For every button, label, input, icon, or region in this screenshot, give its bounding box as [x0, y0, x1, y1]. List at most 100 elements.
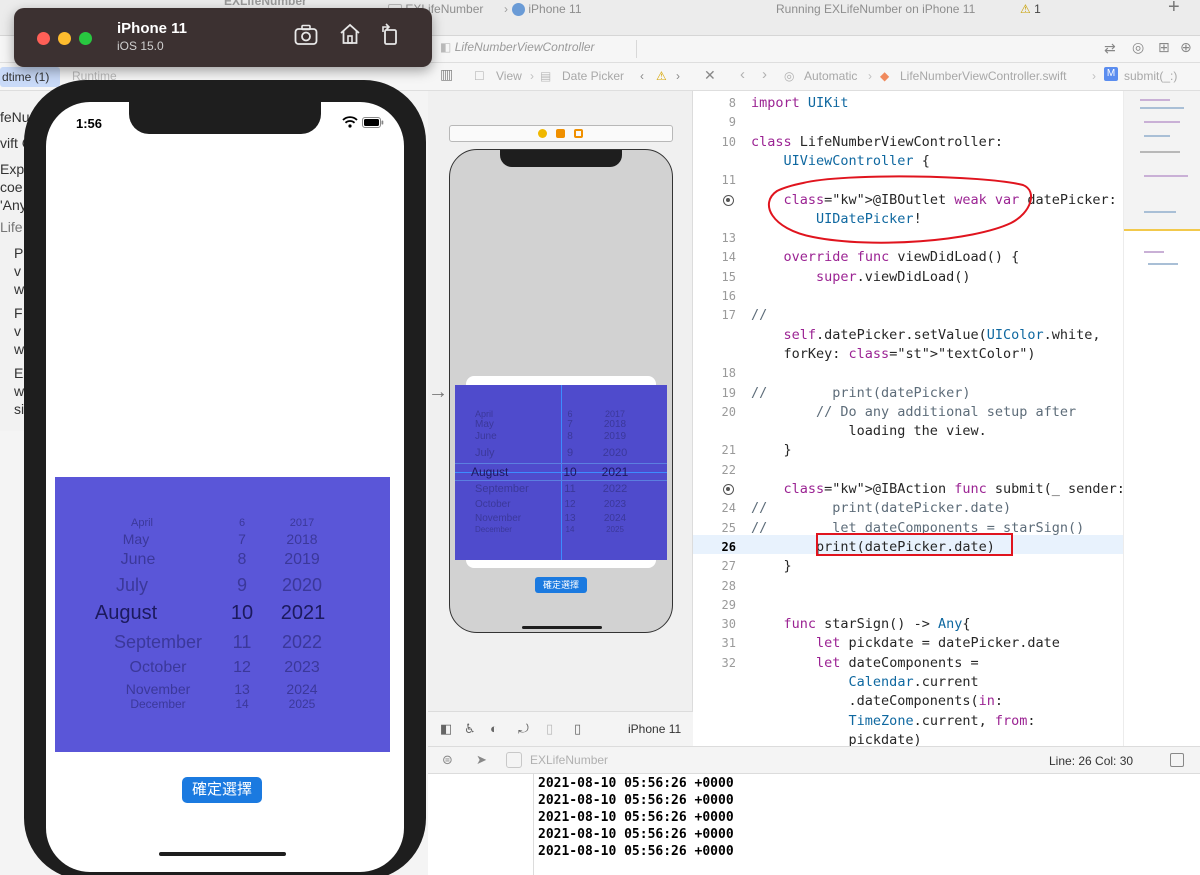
nav-line[interactable]: coe: [0, 179, 23, 195]
code-line[interactable]: 25 // let dateComponents = starSign(): [693, 519, 1123, 538]
nav-line[interactable]: v: [14, 263, 21, 279]
ib-confirm-button[interactable]: 確定選擇: [535, 577, 587, 593]
code-line[interactable]: forKey: class="st">"textColor"): [693, 345, 1123, 364]
code-line[interactable]: UIDatePicker!: [693, 210, 1123, 229]
debug-scheme[interactable]: EXLifeNumber: [530, 753, 608, 767]
hide-panel-icon[interactable]: [1170, 753, 1184, 767]
iphone-screen[interactable]: 1:56 April May June July August Septembe…: [46, 102, 404, 872]
code-line[interactable]: .dateComponents(in:: [693, 692, 1123, 711]
code-line[interactable]: 31 let pickdate = datePicker.date: [693, 634, 1123, 653]
source-editor[interactable]: 8 import UIKit 9 10 class LifeNumberViewCont…: [693, 91, 1123, 746]
code-line[interactable]: 15 super.viewDidLoad(): [693, 268, 1123, 287]
nav-line[interactable]: feNu: [0, 109, 30, 125]
close-icon[interactable]: ✕: [704, 67, 716, 84]
nav-line[interactable]: Life: [0, 219, 23, 235]
ib-crumb-date-picker[interactable]: Date Picker: [562, 69, 624, 83]
code-line[interactable]: 20 // Do any additional setup after: [693, 403, 1123, 422]
appearance-icon[interactable]: ◐: [490, 721, 498, 736]
nav-line[interactable]: P: [14, 245, 23, 261]
code-line[interactable]: 30 func starSign() -> Any{: [693, 615, 1123, 634]
warning-indicator[interactable]: ⚠ 1: [1020, 2, 1041, 16]
interface-builder-canvas[interactable]: → April May June July August September O…: [428, 91, 693, 711]
canvas-toggle-icon[interactable]: ▥: [440, 66, 453, 83]
code-line[interactable]: 29: [693, 596, 1123, 615]
code-line[interactable]: 8 import UIKit: [693, 94, 1123, 113]
console-area[interactable]: 2021-08-10 05:56:26 +0000 2021-08-10 05:…: [428, 774, 1200, 875]
code-line[interactable]: Calendar.current: [693, 673, 1123, 692]
code-line[interactable]: UIViewController {: [693, 152, 1123, 171]
device-icon[interactable]: ▯: [574, 721, 581, 737]
editor-crumb-file[interactable]: LifeNumberViewController.swift: [900, 69, 1067, 83]
simulator-titlebar[interactable]: iPhone 11 iOS 15.0: [14, 8, 432, 67]
code-line[interactable]: 32 let dateComponents =: [693, 654, 1123, 673]
related-items-icon[interactable]: ◎: [784, 69, 794, 83]
screenshot-icon[interactable]: [294, 24, 318, 46]
debug-toggle-icon[interactable]: ⊜: [442, 752, 453, 768]
code-line[interactable]: 13: [693, 229, 1123, 248]
nav-line[interactable]: w: [14, 341, 24, 357]
tab-ib-file[interactable]: ◧ LifeNumberViewController: [440, 40, 595, 54]
add-editor-icon[interactable]: ⊕: [1180, 39, 1192, 56]
nav-line[interactable]: w: [14, 281, 24, 297]
orientation-icon[interactable]: ⤾: [518, 721, 529, 737]
code-line[interactable]: 22: [693, 461, 1123, 480]
ib-date-picker[interactable]: April May June July August September Oct…: [455, 385, 667, 560]
code-line[interactable]: 18: [693, 364, 1123, 383]
code-line[interactable]: class="kw">@IBAction func submit(_ sende…: [693, 480, 1123, 499]
layout-icon[interactable]: ▯: [546, 721, 553, 737]
minimize-window-button[interactable]: [58, 32, 71, 45]
ib-device-label[interactable]: iPhone 11: [628, 722, 681, 736]
first-responder-icon[interactable]: [556, 129, 565, 138]
close-window-button[interactable]: [37, 32, 50, 45]
ib-crumb-view[interactable]: View: [496, 69, 522, 83]
code-line[interactable]: 24 // print(datePicker.date): [693, 499, 1123, 518]
back-icon[interactable]: ‹: [740, 66, 745, 83]
scene-dock[interactable]: [449, 125, 673, 142]
code-line[interactable]: 27 }: [693, 557, 1123, 576]
rotate-icon[interactable]: [380, 23, 400, 45]
outlet-connection-icon[interactable]: [723, 194, 734, 206]
code-line[interactable]: self.datePicker.setValue(UIColor.white,: [693, 326, 1123, 345]
code-line[interactable]: 14 override func viewDidLoad() {: [693, 248, 1123, 267]
code-line[interactable]: TimeZone.current, from:: [693, 712, 1123, 731]
code-line[interactable]: pickdate): [693, 731, 1123, 746]
exit-icon[interactable]: [574, 129, 583, 138]
editor-crumb-automatic[interactable]: Automatic: [804, 69, 857, 83]
minimap-viewport[interactable]: [1124, 91, 1200, 231]
code-line[interactable]: 28: [693, 577, 1123, 596]
home-icon[interactable]: [339, 23, 361, 45]
confirm-button[interactable]: 確定選擇: [182, 777, 262, 803]
code-line[interactable]: 10 class LifeNumberViewController:: [693, 133, 1123, 152]
view-controller-icon[interactable]: [538, 129, 547, 138]
chevron-left-icon[interactable]: ‹: [640, 69, 644, 83]
document-outline-icon[interactable]: ◧: [440, 721, 452, 737]
chevron-right-icon[interactable]: ›: [676, 69, 680, 83]
nav-line[interactable]: si: [14, 401, 24, 417]
accessibility-icon[interactable]: ♿: [464, 721, 476, 737]
location-icon[interactable]: ➤: [476, 752, 487, 768]
home-indicator[interactable]: [159, 852, 286, 856]
editor-crumb-method[interactable]: submit(_:): [1124, 69, 1177, 83]
destination-selector[interactable]: iPhone 11: [512, 2, 582, 17]
review-icon[interactable]: ◎: [1132, 39, 1144, 56]
code-line[interactable]: 9: [693, 113, 1123, 132]
forward-icon[interactable]: ›: [762, 66, 767, 83]
outlet-connection-icon[interactable]: [723, 484, 734, 495]
code-line[interactable]: 19 // print(datePicker): [693, 384, 1123, 403]
nav-line[interactable]: F: [14, 305, 23, 321]
date-picker[interactable]: April May June July August September Oct…: [55, 477, 390, 752]
code-line[interactable]: 26 print(datePicker.date): [693, 538, 1123, 557]
code-line[interactable]: 17 //: [693, 306, 1123, 325]
code-line[interactable]: 16: [693, 287, 1123, 306]
code-line[interactable]: class="kw">@IBOutlet weak var datePicker…: [693, 191, 1123, 210]
nav-line[interactable]: v: [14, 323, 21, 339]
variables-view[interactable]: [428, 774, 534, 875]
nav-line[interactable]: 'Any: [0, 197, 27, 213]
minimap[interactable]: [1123, 91, 1200, 746]
split-editor-icon[interactable]: ⊞: [1158, 39, 1170, 56]
left-tab-1[interactable]: dtime (1): [0, 67, 60, 87]
ib-device-frame[interactable]: April May June July August September Oct…: [449, 149, 673, 633]
zoom-window-button[interactable]: [79, 32, 92, 45]
add-icon[interactable]: +: [1168, 0, 1180, 19]
code-line[interactable]: 21 }: [693, 441, 1123, 460]
